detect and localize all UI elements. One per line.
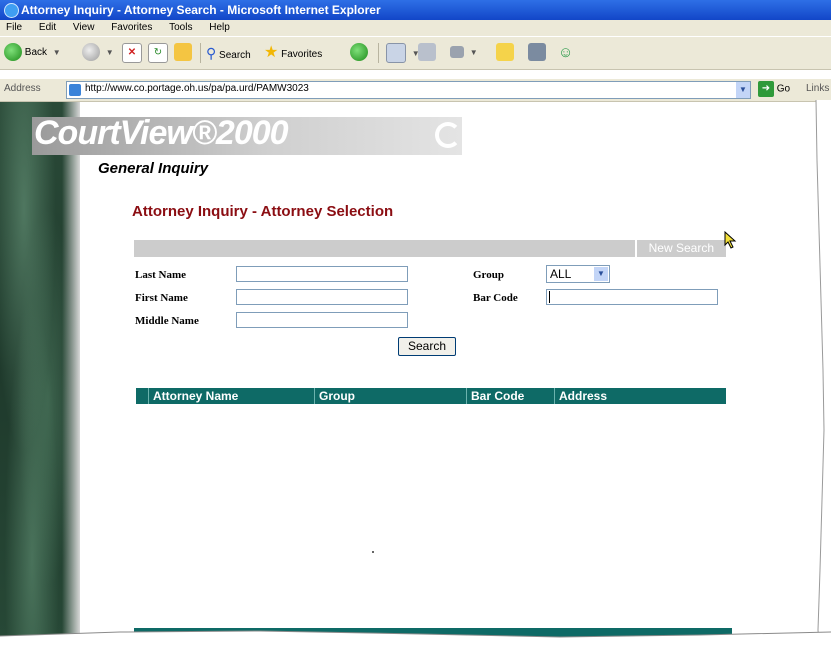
go-label: Go (776, 83, 791, 95)
standard-toolbar: Back ▼ ▼ ✕ ↻ ⚲ Search ★ Favorites ▼ ▼ ☺ (0, 36, 831, 70)
edit-dropdown-icon[interactable]: ▼ (470, 48, 478, 57)
mail-button[interactable]: ▼ (386, 43, 420, 63)
go-button[interactable]: ➜ Go (758, 81, 790, 97)
research-button[interactable] (528, 43, 546, 63)
print-button[interactable] (418, 43, 436, 63)
swirl-logo-icon (435, 122, 461, 148)
page-heading: Attorney Inquiry - Attorney Selection (132, 203, 394, 220)
first-name-input[interactable] (236, 289, 408, 305)
column-attorney-name[interactable]: Attorney Name (148, 388, 314, 404)
last-name-input[interactable] (236, 266, 408, 282)
search-toolbar-label: Search (219, 50, 251, 61)
menu-favorites[interactable]: Favorites (111, 22, 152, 33)
column-bar-code[interactable]: Bar Code (466, 388, 554, 404)
section-title: General Inquiry (98, 160, 209, 177)
menu-bar: File Edit View Favorites Tools Help (0, 20, 831, 36)
home-button[interactable] (174, 43, 192, 63)
address-url: http://www.co.portage.oh.us/pa/pa.urd/PA… (85, 83, 309, 94)
menu-view[interactable]: View (73, 22, 95, 33)
new-search-link[interactable]: New Search (634, 240, 726, 257)
group-label: Group (473, 269, 504, 281)
refresh-icon: ↻ (148, 43, 168, 63)
stop-icon: ✕ (122, 43, 142, 63)
window-title: Attorney Inquiry - Attorney Search - Mic… (21, 3, 381, 17)
group-select[interactable]: ALL ▼ (546, 265, 610, 283)
back-arrow-icon (4, 43, 22, 62)
address-input[interactable]: http://www.co.portage.oh.us/pa/pa.urd/PA… (66, 81, 751, 99)
magnifier-icon: ⚲ (206, 45, 217, 61)
internet-explorer-icon (4, 3, 19, 18)
star-icon: ★ (264, 44, 279, 61)
column-address[interactable]: Address (554, 388, 726, 404)
results-table-header: Attorney Name Group Bar Code Address (136, 388, 726, 404)
go-arrow-icon: ➜ (758, 81, 774, 97)
bar-code-input[interactable] (546, 289, 718, 305)
menu-file[interactable]: File (6, 22, 22, 33)
column-group[interactable]: Group (314, 388, 466, 404)
first-name-label: First Name (135, 292, 188, 304)
research-icon (528, 43, 546, 62)
marble-edge (62, 102, 80, 640)
middle-name-label: Middle Name (135, 315, 199, 327)
back-button[interactable]: Back ▼ (4, 43, 61, 63)
favorites-label: Favorites (281, 49, 323, 60)
home-icon (174, 43, 192, 62)
page-content: CourtView®2000 General Inquiry Attorney … (0, 102, 831, 640)
forward-arrow-icon (82, 43, 100, 62)
back-dropdown-icon[interactable]: ▼ (53, 48, 61, 57)
stop-button[interactable]: ✕ (122, 43, 142, 63)
print-icon (418, 43, 436, 62)
links-label[interactable]: Links (806, 83, 829, 94)
form-header-bar: New Search (134, 240, 726, 257)
search-button[interactable]: Search (398, 337, 456, 356)
bar-code-label: Bar Code (473, 292, 518, 304)
edit-icon (450, 46, 464, 59)
notes-button[interactable] (496, 43, 514, 63)
browser-window: Attorney Inquiry - Attorney Search - Mic… (0, 0, 831, 645)
history-button[interactable] (350, 43, 368, 63)
title-bar: Attorney Inquiry - Attorney Search - Mic… (0, 0, 831, 20)
messenger-button[interactable]: ☺ (558, 43, 573, 63)
address-label: Address (4, 83, 41, 94)
menu-edit[interactable]: Edit (39, 22, 56, 33)
torn-bottom-edge (0, 630, 831, 645)
menu-help[interactable]: Help (209, 22, 230, 33)
refresh-button[interactable]: ↻ (148, 43, 168, 63)
toolbar-separator (200, 43, 201, 63)
back-label: Back (24, 47, 48, 58)
history-icon (350, 43, 368, 62)
middle-name-input[interactable] (236, 312, 408, 328)
group-selected-value: ALL (550, 267, 572, 281)
chevron-down-icon[interactable]: ▼ (594, 267, 608, 281)
forward-button[interactable]: ▼ (82, 43, 114, 63)
edit-button[interactable]: ▼ (450, 43, 478, 63)
courtview-logo: CourtView®2000 (34, 114, 289, 152)
page-icon (69, 84, 81, 96)
torn-edge (815, 100, 831, 645)
text-cursor (549, 291, 550, 303)
search-toolbar-button[interactable]: ⚲ Search (206, 43, 251, 63)
forward-dropdown-icon[interactable]: ▼ (106, 48, 114, 57)
mail-icon (386, 43, 406, 63)
favorites-button[interactable]: ★ Favorites (264, 43, 322, 63)
address-bar: Address http://www.co.portage.oh.us/pa/p… (0, 79, 831, 102)
notes-icon (496, 43, 514, 62)
messenger-icon: ☺ (558, 44, 574, 61)
menu-tools[interactable]: Tools (169, 22, 192, 33)
toolbar-separator (378, 43, 379, 63)
stray-dot (372, 551, 374, 553)
last-name-label: Last Name (135, 269, 187, 281)
address-dropdown-icon[interactable]: ▼ (736, 82, 750, 98)
